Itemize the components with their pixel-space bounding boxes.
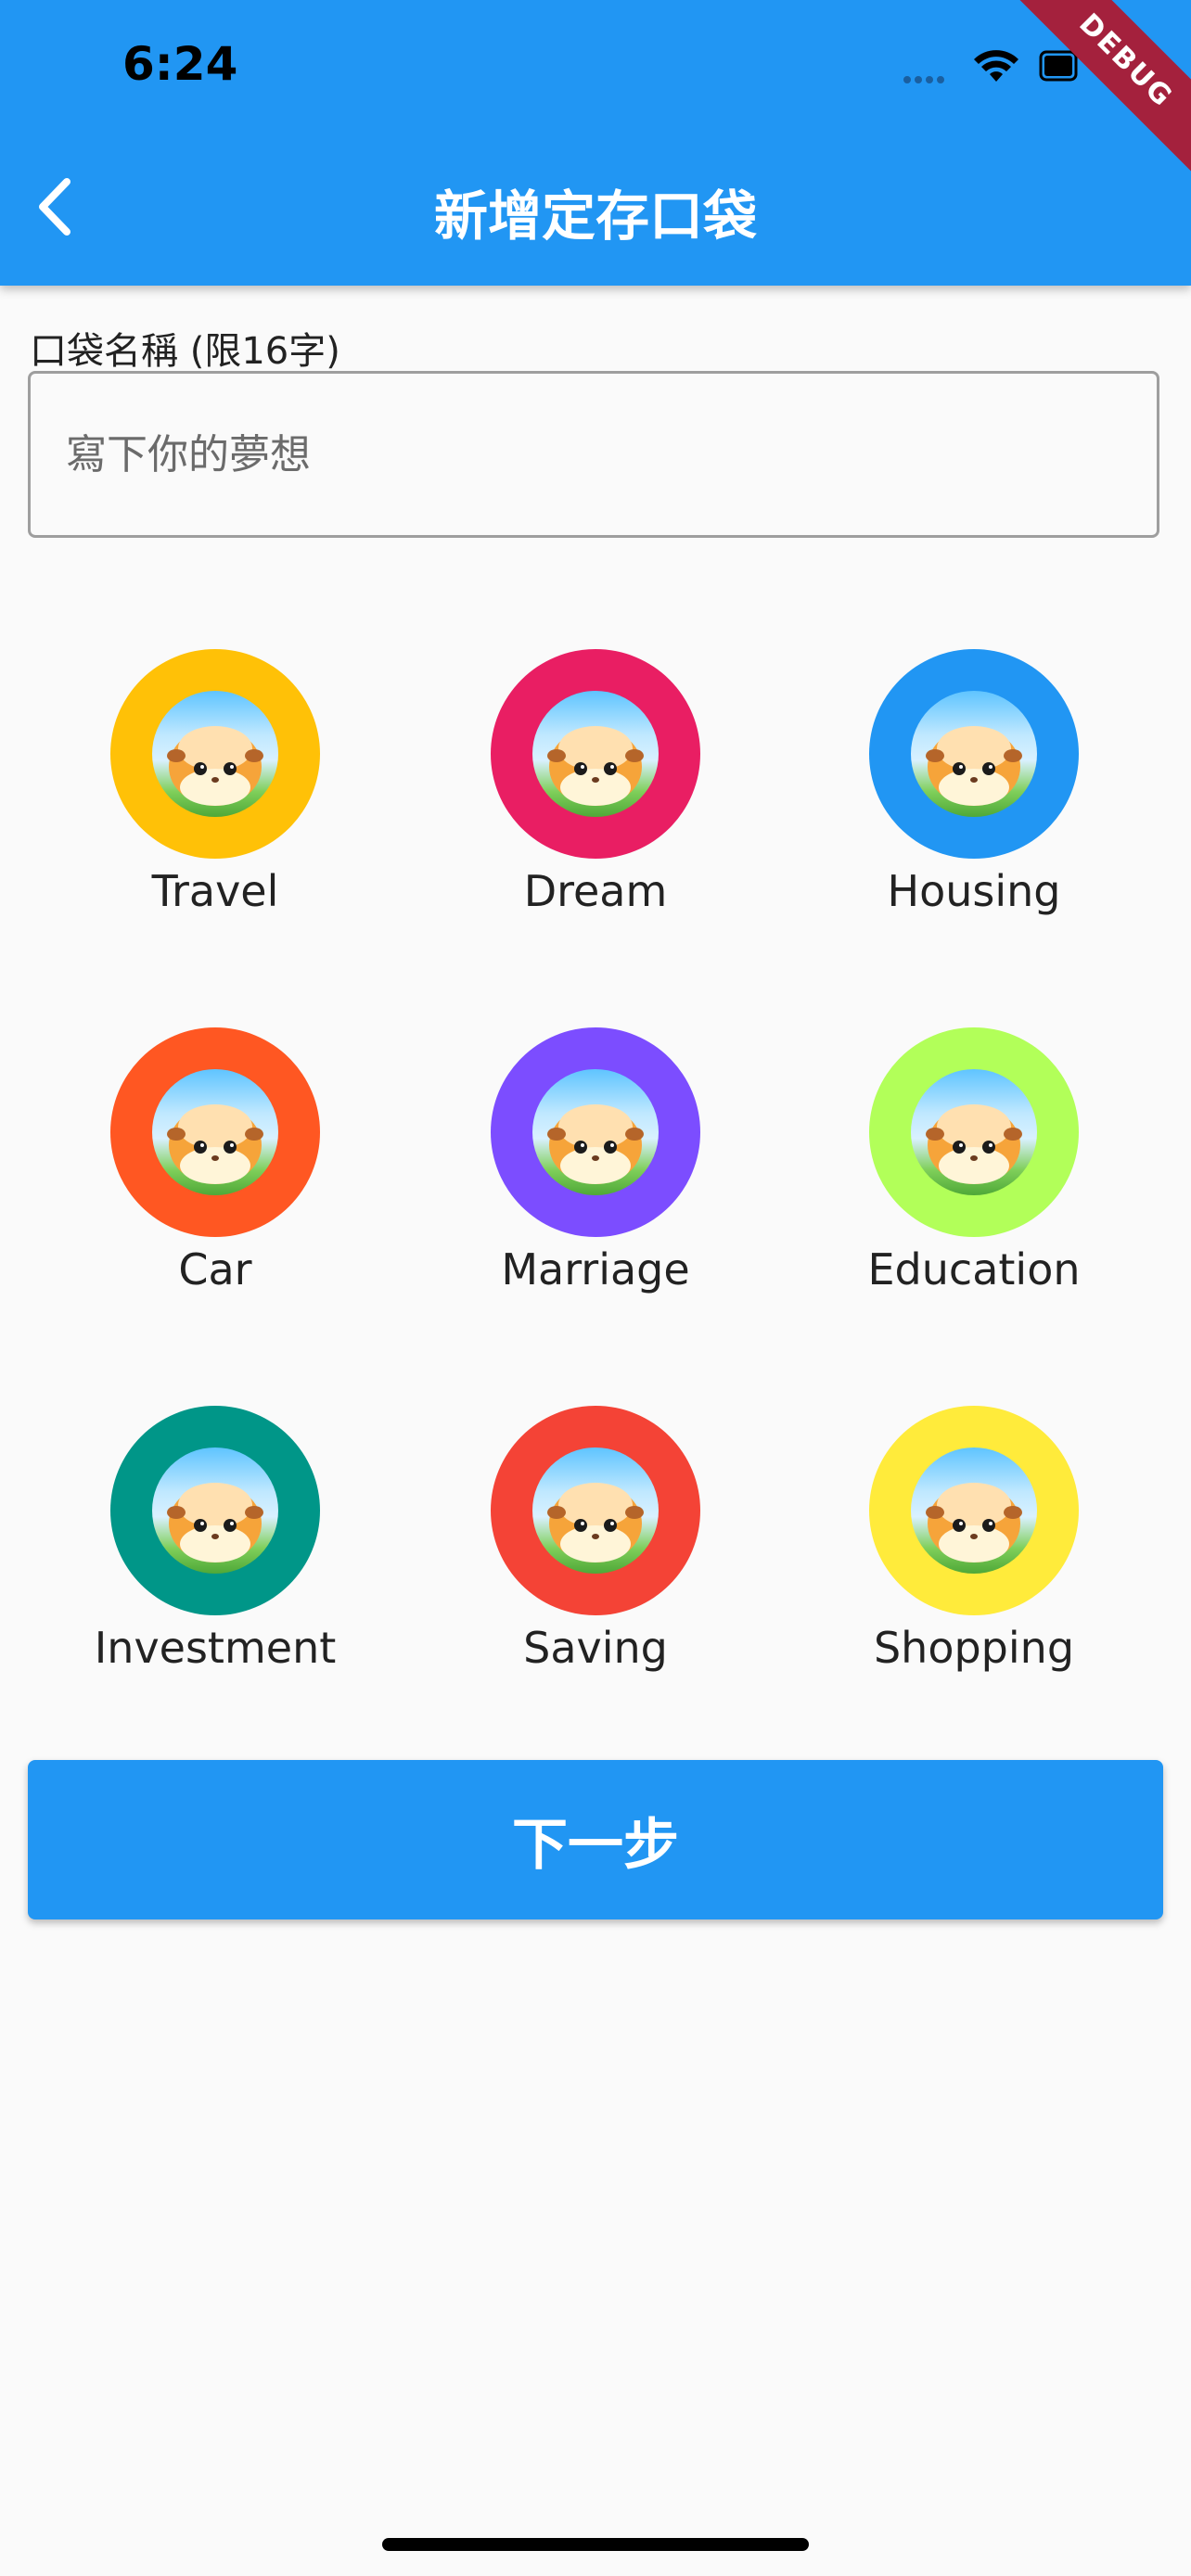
category-icon-ring (869, 649, 1079, 859)
category-label: Housing (887, 866, 1061, 916)
category-car[interactable]: Car (26, 1027, 404, 1294)
category-icon-ring (491, 649, 700, 859)
pocket-name-input[interactable] (64, 429, 1157, 479)
home-indicator (382, 2538, 809, 2551)
category-investment[interactable]: Investment (26, 1406, 404, 1673)
guinea-pig-avatar-icon (532, 691, 659, 817)
category-education[interactable]: Education (785, 1027, 1163, 1294)
category-label: Saving (523, 1623, 668, 1673)
guinea-pig-avatar-icon (911, 1069, 1037, 1195)
guinea-pig-avatar-icon (532, 1447, 659, 1574)
status-time: 6:24 (122, 37, 238, 91)
category-label: Education (867, 1244, 1081, 1294)
app-bar: 6:24 新增定存口袋 (0, 0, 1191, 286)
category-marriage[interactable]: Marriage (406, 1027, 785, 1294)
guinea-pig-avatar-icon (152, 1447, 278, 1574)
next-step-button[interactable]: 下一步 (28, 1760, 1163, 1919)
category-housing[interactable]: Housing (785, 649, 1163, 916)
category-label: Car (178, 1244, 252, 1294)
category-label: Shopping (873, 1623, 1075, 1673)
guinea-pig-avatar-icon (152, 1069, 278, 1195)
category-icon-ring (869, 1027, 1079, 1237)
category-icon-ring (491, 1406, 700, 1615)
guinea-pig-avatar-icon (911, 691, 1037, 817)
cellular-signal-icon (903, 76, 944, 83)
guinea-pig-avatar-icon (532, 1069, 659, 1195)
pocket-name-label: 口袋名稱 (限16字) (30, 330, 340, 373)
guinea-pig-avatar-icon (911, 1447, 1037, 1574)
category-icon-ring (869, 1406, 1079, 1615)
category-label: Travel (151, 866, 279, 916)
category-label: Marriage (501, 1244, 690, 1294)
wifi-icon (974, 50, 1018, 82)
category-travel[interactable]: Travel (26, 649, 404, 916)
category-saving[interactable]: Saving (406, 1406, 785, 1673)
category-icon-ring (110, 649, 320, 859)
status-icons (900, 45, 1085, 95)
pocket-name-field[interactable] (28, 371, 1159, 538)
category-dream[interactable]: Dream (406, 649, 785, 916)
category-icon-ring (110, 1027, 320, 1237)
battery-icon (1039, 50, 1078, 82)
category-icon-ring (491, 1027, 700, 1237)
category-label: Dream (523, 866, 668, 916)
page-title: 新增定存口袋 (433, 185, 757, 248)
category-label: Investment (94, 1623, 337, 1673)
guinea-pig-avatar-icon (152, 691, 278, 817)
category-icon-ring (110, 1406, 320, 1615)
category-shopping[interactable]: Shopping (785, 1406, 1163, 1673)
